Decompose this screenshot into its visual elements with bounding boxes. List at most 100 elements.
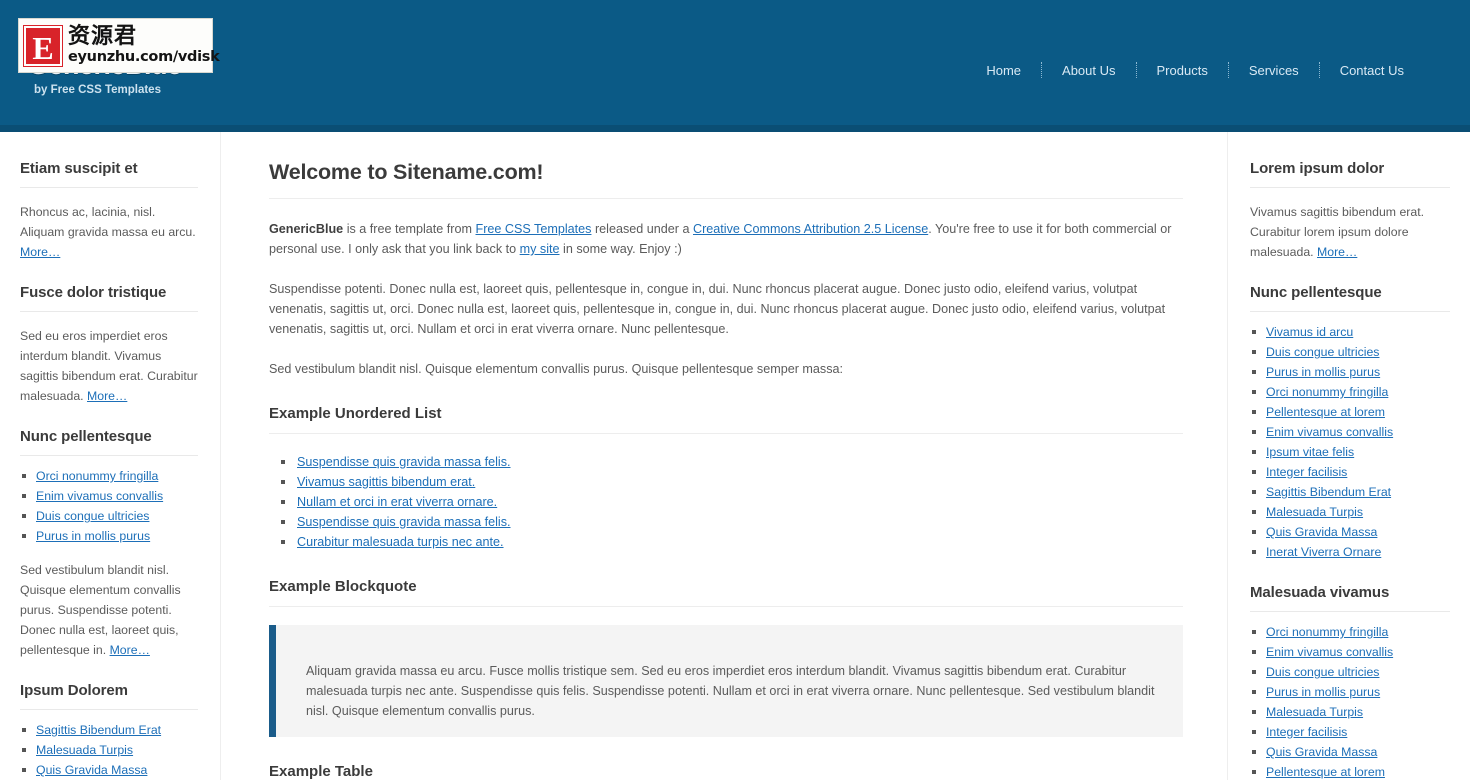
site-tagline: by Free CSS Templates bbox=[34, 84, 161, 96]
page-title: Welcome to Sitename.com! bbox=[269, 160, 1183, 199]
sidebar-right-box-malesuada-vivamus: Malesuada vivamus Orci nonummy fringilla… bbox=[1250, 584, 1450, 780]
list-item[interactable]: Quis Gravida Massa bbox=[1250, 522, 1450, 542]
section-heading-blockquote: Example Blockquote bbox=[269, 578, 1183, 607]
site-header: GenericBlue by Free CSS Templates E 资源君 … bbox=[0, 0, 1470, 132]
sidebar-link[interactable]: Enim vivamus convallis bbox=[1266, 425, 1393, 439]
list-link[interactable]: Curabitur malesuada turpis nec ante. bbox=[297, 535, 504, 549]
sidebar-link[interactable]: Pellentesque at lorem bbox=[1266, 765, 1385, 779]
list-item[interactable]: Malesuada Turpis bbox=[1250, 702, 1450, 722]
more-link[interactable]: More… bbox=[87, 389, 127, 403]
more-link[interactable]: More… bbox=[1317, 245, 1357, 259]
sidebar-link[interactable]: Quis Gravida Massa bbox=[1266, 525, 1377, 539]
list-item[interactable]: Quis Gravida Massa bbox=[20, 760, 198, 780]
sidebar-left-box-nunc-pellentesque: Nunc pellentesque Orci nonummy fringilla… bbox=[20, 428, 198, 660]
list-link[interactable]: Suspendisse quis gravida massa felis. bbox=[297, 455, 511, 469]
list-item[interactable]: Pellentesque at lorem bbox=[1250, 402, 1450, 422]
sidebar-box-title: Ipsum Dolorem bbox=[20, 682, 198, 710]
more-link[interactable]: More… bbox=[110, 643, 150, 657]
list-item[interactable]: Purus in mollis purus bbox=[20, 526, 198, 546]
sidebar-link[interactable]: Inerat Viverra Ornare bbox=[1266, 545, 1381, 559]
more-link[interactable]: More… bbox=[20, 245, 60, 259]
list-item[interactable]: Inerat Viverra Ornare bbox=[1250, 542, 1450, 562]
sidebar-link[interactable]: Orci nonummy fringilla bbox=[1266, 625, 1388, 639]
list-item[interactable]: Vivamus id arcu bbox=[1250, 322, 1450, 342]
list-item[interactable]: Duis congue ultricies bbox=[1250, 662, 1450, 682]
intro-text-2: released under a bbox=[591, 222, 693, 236]
list-item[interactable]: Suspendisse quis gravida massa felis. bbox=[279, 512, 1183, 532]
list-link[interactable]: Nullam et orci in erat viverra ornare. bbox=[297, 495, 497, 509]
sidebar-left-box-fusce-dolor-tristique: Fusce dolor tristique Sed eu eros imperd… bbox=[20, 284, 198, 406]
sidebar-link[interactable]: Integer facilisis bbox=[1266, 465, 1347, 479]
nav-item-contact-us[interactable]: Contact Us bbox=[1320, 63, 1424, 78]
sidebar-link[interactable]: Pellentesque at lorem bbox=[1266, 405, 1385, 419]
list-item[interactable]: Integer facilisis bbox=[1250, 462, 1450, 482]
sidebar-link[interactable]: Purus in mollis purus bbox=[1266, 685, 1380, 699]
list-item[interactable]: Orci nonummy fringilla bbox=[20, 466, 198, 486]
sidebar-link[interactable]: Duis congue ultricies bbox=[1266, 665, 1379, 679]
intro-paragraph: GenericBlue is a free template from Free… bbox=[269, 219, 1183, 259]
sidebar-link[interactable]: Malesuada Turpis bbox=[1266, 505, 1363, 519]
list-item[interactable]: Vivamus sagittis bibendum erat. bbox=[279, 472, 1183, 492]
sidebar-link[interactable]: Duis congue ultricies bbox=[36, 509, 149, 523]
list-item[interactable]: Duis congue ultricies bbox=[20, 506, 198, 526]
sidebar-box-body: Rhoncus ac, lacinia, nisl. Aliquam gravi… bbox=[20, 205, 196, 239]
list-item[interactable]: Suspendisse quis gravida massa felis. bbox=[279, 452, 1183, 472]
list-item[interactable]: Enim vivamus convallis bbox=[20, 486, 198, 506]
main-navigation[interactable]: Home About Us Products Services Contact … bbox=[966, 62, 1424, 78]
list-item[interactable]: Nullam et orci in erat viverra ornare. bbox=[279, 492, 1183, 512]
watermark-url-label: eyunzhu.com/vdisk bbox=[68, 49, 220, 66]
list-link[interactable]: Suspendisse quis gravida massa felis. bbox=[297, 515, 511, 529]
list-item[interactable]: Sagittis Bibendum Erat bbox=[1250, 482, 1450, 502]
nav-item-products[interactable]: Products bbox=[1137, 63, 1228, 78]
nav-item-home[interactable]: Home bbox=[966, 63, 1041, 78]
list-item[interactable]: Duis congue ultricies bbox=[1250, 342, 1450, 362]
list-link[interactable]: Vivamus sagittis bibendum erat. bbox=[297, 475, 475, 489]
sidebar-link[interactable]: Malesuada Turpis bbox=[36, 743, 133, 757]
list-item[interactable]: Malesuada Turpis bbox=[20, 740, 198, 760]
list-item[interactable]: Quis Gravida Massa bbox=[1250, 742, 1450, 762]
list-item[interactable]: Enim vivamus convallis bbox=[1250, 642, 1450, 662]
sidebar-box-title: Fusce dolor tristique bbox=[20, 284, 198, 312]
sidebar-link[interactable]: Purus in mollis purus bbox=[1266, 365, 1380, 379]
sidebar-box-title: Nunc pellentesque bbox=[1250, 284, 1450, 312]
list-item[interactable]: Ipsum vitae felis bbox=[1250, 442, 1450, 462]
sidebar-link[interactable]: Orci nonummy fringilla bbox=[1266, 385, 1388, 399]
sidebar-link[interactable]: Quis Gravida Massa bbox=[36, 763, 147, 777]
example-blockquote: Aliquam gravida massa eu arcu. Fusce mol… bbox=[269, 625, 1183, 737]
sidebar-link[interactable]: Orci nonummy fringilla bbox=[36, 469, 158, 483]
sidebar-link[interactable]: Sagittis Bibendum Erat bbox=[36, 723, 161, 737]
list-item[interactable]: Purus in mollis purus bbox=[1250, 682, 1450, 702]
sidebar-link[interactable]: Enim vivamus convallis bbox=[1266, 645, 1393, 659]
sidebar-link[interactable]: Integer facilisis bbox=[1266, 725, 1347, 739]
sidebar-link[interactable]: Vivamus id arcu bbox=[1266, 325, 1353, 339]
sidebar-link[interactable]: Sagittis Bibendum Erat bbox=[1266, 485, 1391, 499]
list-item[interactable]: Orci nonummy fringilla bbox=[1250, 382, 1450, 402]
list-item[interactable]: Malesuada Turpis bbox=[1250, 502, 1450, 522]
sidebar-link[interactable]: Enim vivamus convallis bbox=[36, 489, 163, 503]
sidebar-link[interactable]: Duis congue ultricies bbox=[1266, 345, 1379, 359]
nav-item-services[interactable]: Services bbox=[1229, 63, 1319, 78]
list-item[interactable]: Curabitur malesuada turpis nec ante. bbox=[279, 532, 1183, 552]
sidebar-left: Etiam suscipit et Rhoncus ac, lacinia, n… bbox=[0, 132, 221, 780]
list-item[interactable]: Enim vivamus convallis bbox=[1250, 422, 1450, 442]
nav-item-about-us[interactable]: About Us bbox=[1042, 63, 1135, 78]
sidebar-link[interactable]: Ipsum vitae felis bbox=[1266, 445, 1354, 459]
list-item[interactable]: Integer facilisis bbox=[1250, 722, 1450, 742]
sidebar-right-box-nunc-pellentesque: Nunc pellentesque Vivamus id arcu Duis c… bbox=[1250, 284, 1450, 562]
link-my-site[interactable]: my site bbox=[520, 242, 560, 256]
sidebar-link-list: Vivamus id arcu Duis congue ultricies Pu… bbox=[1250, 322, 1450, 562]
page-body: Etiam suscipit et Rhoncus ac, lacinia, n… bbox=[0, 132, 1470, 780]
section-heading-unordered-list: Example Unordered List bbox=[269, 405, 1183, 434]
link-creative-commons-license[interactable]: Creative Commons Attribution 2.5 License bbox=[693, 222, 928, 236]
sidebar-link[interactable]: Malesuada Turpis bbox=[1266, 705, 1363, 719]
list-item[interactable]: Purus in mollis purus bbox=[1250, 362, 1450, 382]
list-item[interactable]: Sagittis Bibendum Erat bbox=[20, 720, 198, 740]
list-item[interactable]: Orci nonummy fringilla bbox=[1250, 622, 1450, 642]
body-paragraph-2: Suspendisse potenti. Donec nulla est, la… bbox=[269, 282, 1166, 336]
sidebar-link[interactable]: Quis Gravida Massa bbox=[1266, 745, 1377, 759]
link-free-css-templates[interactable]: Free CSS Templates bbox=[476, 222, 592, 236]
sidebar-link[interactable]: Purus in mollis purus bbox=[36, 529, 150, 543]
list-item[interactable]: Pellentesque at lorem bbox=[1250, 762, 1450, 780]
